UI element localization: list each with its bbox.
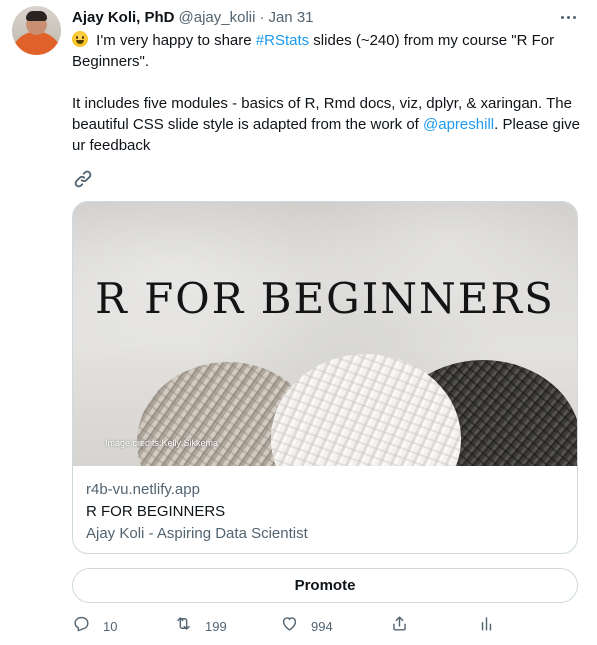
analytics-icon: [477, 614, 496, 638]
tweet: Ajay Koli, PhD @ajay_kolii · Jan 31 I'm …: [0, 0, 597, 645]
share-button[interactable]: [390, 614, 409, 638]
card-image[interactable]: R FOR BEGINNERS Image credits:Kelly Sikk…: [73, 202, 577, 466]
analytics-button[interactable]: [477, 614, 496, 638]
promote-button[interactable]: Promote: [72, 568, 578, 603]
retweet-icon: [174, 614, 193, 638]
reply-count: 10: [103, 618, 118, 634]
image-credit: Image credits:Kelly Sikkema: [105, 438, 219, 448]
grinning-face-emoji-icon: [72, 31, 88, 47]
like-count: 994: [311, 618, 333, 634]
link-preview-card[interactable]: R FOR BEGINNERS Image credits:Kelly Sikk…: [72, 201, 578, 554]
reply-icon: [72, 614, 91, 638]
card-description: Ajay Koli - Aspiring Data Scientist: [86, 525, 308, 542]
mention-link[interactable]: @apreshill: [423, 116, 494, 133]
tweet-header: Ajay Koli, PhD @ajay_kolii · Jan 31: [72, 6, 314, 28]
tweet-actions: 10 199 994: [72, 614, 578, 638]
author-name[interactable]: Ajay Koli, PhD: [72, 9, 175, 26]
heart-icon: [280, 614, 299, 638]
header-separator: ·: [259, 8, 265, 26]
tweet-text-intro: I'm very happy to share: [92, 32, 256, 49]
reply-button[interactable]: 10: [72, 614, 117, 638]
tweet-paragraph-2: It includes five modules - basics of R, …: [72, 93, 582, 156]
author-avatar[interactable]: [12, 6, 61, 55]
retweet-count: 199: [205, 618, 227, 634]
share-icon: [390, 614, 409, 638]
more-options-icon[interactable]: [554, 6, 582, 28]
link-icon[interactable]: [72, 168, 94, 190]
card-image-title: R FOR BEGINNERS: [95, 274, 555, 323]
card-meta: r4b-vu.netlify.app R FOR BEGINNERS Ajay …: [86, 479, 566, 545]
tweet-date[interactable]: Jan 31: [268, 9, 313, 26]
avatar-hair: [26, 11, 47, 21]
card-domain: r4b-vu.netlify.app: [86, 481, 200, 498]
hashtag-link[interactable]: #RStats: [256, 32, 309, 49]
like-button[interactable]: 994: [280, 614, 333, 638]
tweet-paragraph-1: I'm very happy to share #RStats slides (…: [72, 30, 582, 72]
card-title: R FOR BEGINNERS: [86, 503, 226, 520]
author-handle[interactable]: @ajay_kolii: [179, 9, 256, 26]
retweet-button[interactable]: 199: [174, 614, 227, 638]
tweet-text: I'm very happy to share #RStats slides (…: [72, 30, 582, 156]
